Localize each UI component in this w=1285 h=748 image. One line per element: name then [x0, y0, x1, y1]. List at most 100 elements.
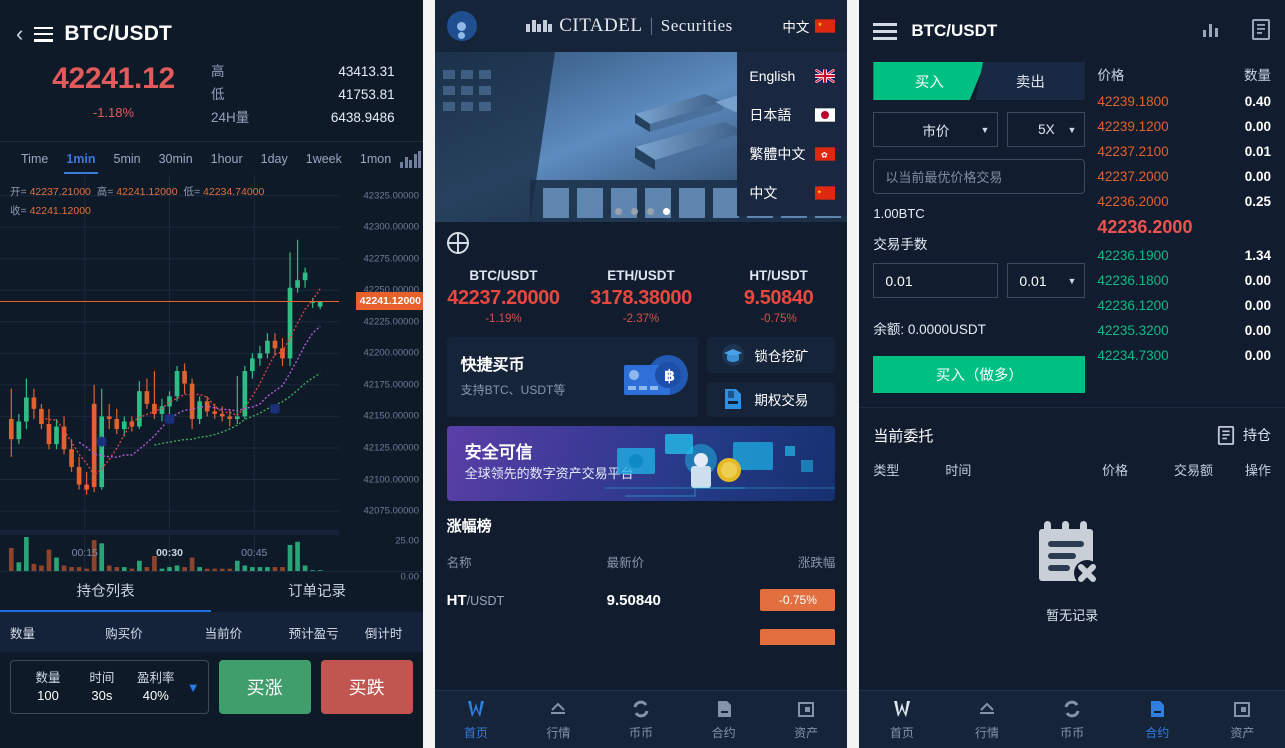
ask-row[interactable]: 42237.2100 0.01: [1097, 144, 1271, 159]
bid-row[interactable]: 42235.3200 0.00: [1097, 323, 1271, 338]
tabbar-item-contract[interactable]: 合约: [1115, 691, 1200, 748]
ticker-btc[interactable]: BTC/USDT 42237.20000 -1.19%: [435, 268, 573, 325]
tabbar-item-home[interactable]: 首页: [435, 691, 518, 748]
chart-indicator-icon[interactable]: [400, 150, 422, 168]
shortcut-lock-mining[interactable]: 锁仓挖矿: [707, 337, 836, 373]
tab-1min[interactable]: 1min: [57, 142, 104, 176]
ask-row[interactable]: 42239.1800 0.40: [1097, 94, 1271, 109]
tabbar-item-market[interactable]: 行情: [944, 691, 1029, 748]
tabbar-item-market[interactable]: 行情: [517, 691, 600, 748]
globe-icon[interactable]: [446, 232, 469, 254]
ask-amount: 0.00: [1244, 169, 1271, 184]
user-avatar-icon[interactable]: [446, 11, 477, 41]
bid-row[interactable]: 42234.7300 0.00: [1097, 348, 1271, 363]
tab-1week[interactable]: 1week: [297, 142, 351, 176]
ticker-eth[interactable]: ETH/USDT 3178.38000 -2.37%: [572, 268, 710, 325]
right-body: 买入 卖出 市价 ▼ 5X ▼ 以当前最优价格交易 1.00BTC 交易手数 0…: [859, 62, 1285, 393]
tab-1hour[interactable]: 1hour: [202, 142, 252, 176]
carousel-dot[interactable]: [630, 208, 638, 215]
ask-row[interactable]: 42237.2000 0.00: [1097, 169, 1271, 184]
param-amount: 数量 100: [21, 669, 75, 705]
tab-5min[interactable]: 5min: [105, 142, 150, 176]
leverage-select[interactable]: 5X ▼: [1007, 112, 1086, 147]
right-tabbar: 首页 行情 币币 合约 资产: [859, 690, 1285, 748]
bid-price: 42236.1900: [1097, 248, 1169, 263]
tabbar-item-assets[interactable]: 资产: [765, 691, 848, 748]
tabbar-item-home[interactable]: 首页: [859, 691, 944, 748]
language-option-simplified-chinese[interactable]: 中文 ★: [737, 173, 847, 212]
position-tabs: 持仓列表 订单记录: [0, 571, 423, 612]
stat-value-volume: 6438.9486: [330, 110, 395, 125]
stat-value-high: 43413.31: [338, 64, 395, 79]
y-axis-tick: 42325.00000: [363, 190, 419, 202]
ohlc-readout: 开= 42237.21000 高= 42241.12000 低= 42234.7…: [10, 183, 264, 221]
carousel-dot[interactable]: [614, 208, 622, 215]
order-params-selector[interactable]: 数量 100 时间 30s 盈利率 40% ▼: [10, 660, 209, 714]
tab-30min[interactable]: 30min: [150, 142, 202, 176]
lots-step-select[interactable]: 0.01 ▼: [1007, 263, 1086, 298]
ask-price: 42237.2000: [1097, 169, 1169, 184]
bid-row[interactable]: 42236.1900 1.34: [1097, 248, 1271, 263]
stat-row: 高 43413.31: [211, 60, 395, 83]
sell-tab[interactable]: 卖出: [975, 62, 1086, 100]
language-button[interactable]: 中文 ★: [782, 16, 836, 36]
table-row[interactable]: HT/USDT 9.50840 -0.75%: [447, 589, 836, 611]
price-change-pct: -1.18%: [92, 105, 135, 120]
language-dropdown-menu[interactable]: English 日本語 繁體中文 ✿ 中文 ★: [737, 52, 848, 216]
price-input[interactable]: 以当前最优价格交易: [873, 159, 1086, 194]
ohlc-close: 42241.12000: [29, 205, 91, 217]
tab-positions[interactable]: 持仓列表: [0, 572, 212, 612]
carousel-dot[interactable]: [646, 208, 654, 215]
tabbar-item-exchange[interactable]: 币币: [1030, 691, 1115, 748]
promo-banner[interactable]: 安全可信 全球领先的数字资产交易平台: [446, 426, 836, 501]
y-axis-tick: 42200.00000: [363, 347, 419, 359]
ohlc-open: 42237.21000: [29, 186, 91, 198]
shortcut-options-trading[interactable]: 期权交易: [707, 381, 836, 417]
carousel-dot-active[interactable]: [662, 208, 670, 215]
y-axis-tick: 42125.00000: [363, 442, 419, 454]
chevron-down-icon[interactable]: ▼: [183, 680, 204, 695]
clipboard-icon[interactable]: [1251, 17, 1271, 46]
tabbar-label: 行情: [546, 725, 571, 740]
tab-1day[interactable]: 1day: [252, 142, 297, 176]
submit-order-button[interactable]: 买入（做多）: [873, 356, 1086, 393]
language-option-label: 日本語: [749, 106, 792, 123]
stat-label-low: 低: [211, 87, 225, 102]
tabbar-item-assets[interactable]: 资产: [1200, 691, 1285, 748]
tab-order-history[interactable]: 订单记录: [211, 572, 422, 612]
row-symbol: HT/USDT: [447, 592, 607, 609]
ticker-ht[interactable]: HT/USDT 9.50840 -0.75%: [710, 268, 848, 325]
tabbar-item-exchange[interactable]: 币币: [600, 691, 683, 748]
clipboard-icon: [1217, 426, 1235, 445]
bid-row[interactable]: 42236.1800 0.00: [1097, 273, 1271, 288]
buy-down-button[interactable]: 买跌: [320, 660, 413, 714]
chevron-left-icon[interactable]: ‹: [16, 23, 23, 45]
language-option-traditional-chinese[interactable]: 繁體中文 ✿: [737, 134, 847, 173]
ask-row[interactable]: 42236.2000 0.25: [1097, 194, 1271, 209]
hamburger-menu-icon[interactable]: [873, 22, 898, 40]
tabbar-label: 首页: [889, 725, 914, 740]
lots-input[interactable]: 0.01: [873, 263, 999, 298]
language-option-english[interactable]: English: [737, 56, 847, 95]
ask-price: 42236.2000: [1097, 194, 1169, 209]
table-row-partial[interactable]: [447, 629, 836, 645]
positions-button[interactable]: 持仓: [1217, 424, 1271, 446]
tab-1mon[interactable]: 1mon: [351, 142, 400, 176]
page-title: BTC/USDT: [64, 22, 173, 45]
stat-row: 24H量 6438.9486: [211, 106, 395, 129]
candlestick-chart[interactable]: 开= 42237.21000 高= 42241.12000 低= 42234.7…: [0, 175, 423, 583]
bar-chart-icon[interactable]: [1201, 19, 1223, 44]
ticker-row: BTC/USDT 42237.20000 -1.19% ETH/USDT 317…: [435, 268, 848, 325]
language-option-japanese[interactable]: 日本語: [737, 95, 847, 134]
buy-up-button[interactable]: 买涨: [218, 660, 311, 714]
bid-row[interactable]: 42236.1200 0.00: [1097, 298, 1271, 313]
tabbar-item-contract[interactable]: 合约: [682, 691, 765, 748]
bid-price: 42234.7300: [1097, 348, 1169, 363]
ask-price: 42239.1200: [1097, 119, 1169, 134]
order-type-select[interactable]: 市价 ▼: [873, 112, 999, 147]
buy-tab[interactable]: 买入: [873, 62, 986, 100]
tab-time[interactable]: Time: [12, 142, 57, 176]
quick-buy-card[interactable]: 快捷买币 支持BTC、USDT等 ฿: [446, 337, 699, 417]
ask-row[interactable]: 42239.1200 0.00: [1097, 119, 1271, 134]
list-icon[interactable]: [34, 26, 54, 42]
